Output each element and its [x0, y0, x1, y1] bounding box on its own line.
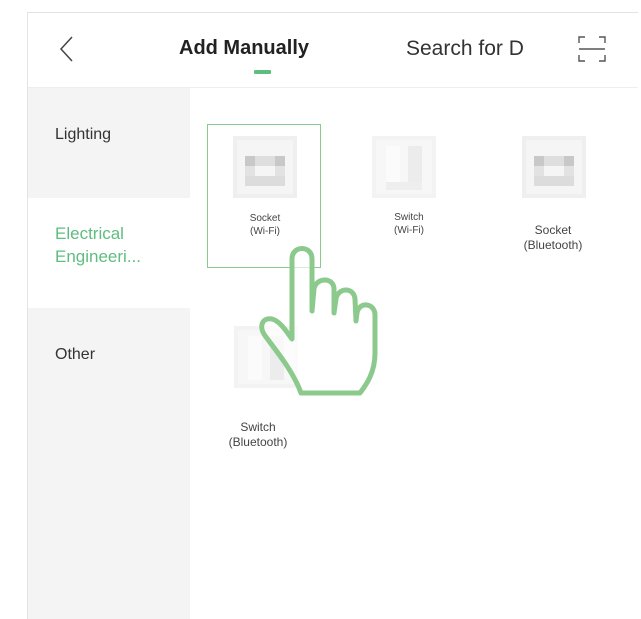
top-bar: Add Manually Search for D [28, 13, 638, 88]
sidebar-item-label: Other [55, 346, 96, 363]
device-socket-bluetooth[interactable]: Socket (Bluetooth) [496, 124, 610, 268]
category-sidebar: Lighting Electrical Engineeri... Other [28, 88, 190, 619]
sidebar-item-electrical-engineering[interactable]: Electrical Engineeri... [28, 198, 190, 308]
switch-icon [372, 136, 436, 198]
sidebar-item-other[interactable]: Other [28, 308, 190, 418]
sidebar-item-lighting[interactable]: Lighting [28, 88, 190, 198]
sidebar-item-label: Electrical Engineeri... [55, 224, 141, 266]
device-label: Switch (Bluetooth) [228, 420, 288, 449]
socket-icon [522, 136, 586, 198]
active-tab-indicator [254, 70, 271, 74]
socket-icon [233, 136, 297, 198]
device-label: Socket (Bluetooth) [523, 223, 583, 252]
tab-add-manually[interactable]: Add Manually [179, 37, 309, 60]
scan-icon[interactable] [576, 33, 608, 65]
app-window: Add Manually Search for D Lighting Elect… [27, 12, 638, 619]
tab-search-devices[interactable]: Search for D [406, 37, 524, 61]
sidebar-item-label: Lighting [55, 126, 112, 143]
chevron-left-icon[interactable] [52, 31, 82, 67]
pointing-hand-icon [259, 246, 378, 396]
